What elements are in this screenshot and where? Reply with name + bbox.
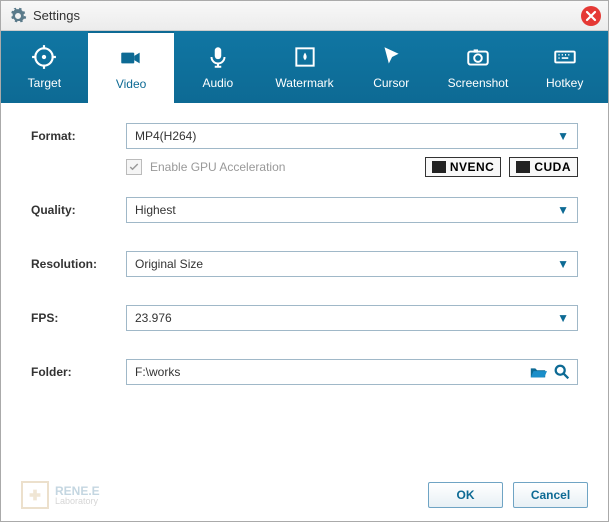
chevron-down-icon: ▼: [557, 129, 569, 143]
tab-label: Cursor: [373, 76, 409, 90]
tab-label: Audio: [202, 76, 233, 90]
nvenc-badge: NVENC: [425, 157, 502, 177]
chevron-down-icon: ▼: [557, 257, 569, 271]
window-title: Settings: [33, 8, 80, 23]
open-folder-icon[interactable]: [529, 363, 547, 381]
resolution-select[interactable]: Original Size ▼: [126, 251, 578, 277]
tab-label: Target: [28, 76, 61, 90]
cuda-badge: CUDA: [509, 157, 578, 177]
cursor-icon: [378, 44, 404, 70]
cancel-button[interactable]: Cancel: [513, 482, 588, 508]
fps-select[interactable]: 23.976 ▼: [126, 305, 578, 331]
brand-logo: RENE.E Laboratory: [21, 481, 100, 509]
video-camera-icon: [118, 45, 144, 71]
fps-value: 23.976: [135, 311, 172, 325]
folder-field[interactable]: F:\works: [126, 359, 578, 385]
logo-cross-icon: [21, 481, 49, 509]
footer: RENE.E Laboratory OK Cancel: [1, 481, 608, 509]
close-button[interactable]: [580, 5, 602, 27]
settings-panel: Format: MP4(H264) ▼ Enable GPU Accelerat…: [1, 103, 608, 385]
tab-video[interactable]: Video: [88, 31, 175, 103]
gpu-label: Enable GPU Acceleration: [150, 160, 285, 174]
browse-icon[interactable]: [553, 363, 571, 381]
tabbar: Target Video Audio Watermark Cursor Scre…: [1, 31, 608, 103]
format-label: Format:: [31, 129, 126, 143]
camera-icon: [465, 44, 491, 70]
tab-watermark[interactable]: Watermark: [261, 31, 348, 103]
tab-label: Watermark: [275, 76, 333, 90]
tab-audio[interactable]: Audio: [174, 31, 261, 103]
gpu-checkbox[interactable]: [126, 159, 142, 175]
microphone-icon: [205, 44, 231, 70]
format-select[interactable]: MP4(H264) ▼: [126, 123, 578, 149]
quality-label: Quality:: [31, 203, 126, 217]
keyboard-icon: [552, 44, 578, 70]
chevron-down-icon: ▼: [557, 311, 569, 325]
tab-label: Screenshot: [448, 76, 509, 90]
tab-target[interactable]: Target: [1, 31, 88, 103]
nvidia-icon: [432, 161, 446, 173]
resolution-label: Resolution:: [31, 257, 126, 271]
format-value: MP4(H264): [135, 129, 196, 143]
watermark-icon: [292, 44, 318, 70]
crosshair-icon: [31, 44, 57, 70]
titlebar: Settings: [1, 1, 608, 31]
ok-button[interactable]: OK: [428, 482, 503, 508]
tab-label: Video: [116, 77, 146, 91]
quality-select[interactable]: Highest ▼: [126, 197, 578, 223]
tab-label: Hotkey: [546, 76, 583, 90]
tab-screenshot[interactable]: Screenshot: [435, 31, 522, 103]
folder-value: F:\works: [135, 365, 180, 379]
settings-gear-icon: [9, 7, 27, 25]
quality-value: Highest: [135, 203, 176, 217]
chevron-down-icon: ▼: [557, 203, 569, 217]
tab-hotkey[interactable]: Hotkey: [521, 31, 608, 103]
resolution-value: Original Size: [135, 257, 203, 271]
nvidia-icon: [516, 161, 530, 173]
fps-label: FPS:: [31, 311, 126, 325]
folder-label: Folder:: [31, 365, 126, 379]
tab-cursor[interactable]: Cursor: [348, 31, 435, 103]
